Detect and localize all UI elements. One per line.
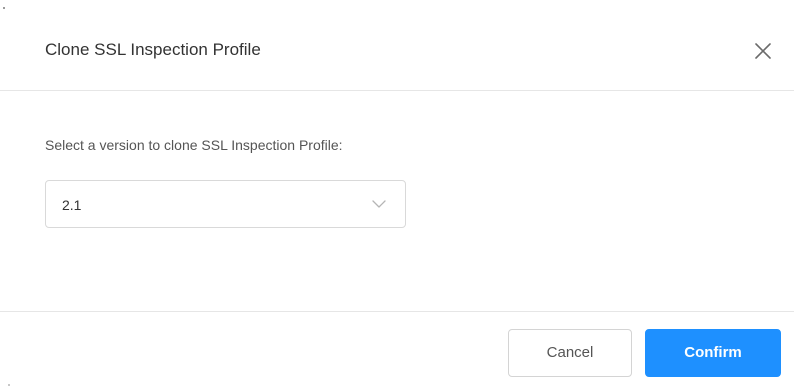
corner-dot-bottom [8,384,10,386]
confirm-button[interactable]: Confirm [645,329,781,377]
dialog-title: Clone SSL Inspection Profile [45,40,261,59]
cancel-button[interactable]: Cancel [508,329,632,377]
close-icon[interactable] [752,40,774,62]
footer-divider [0,311,794,312]
version-prompt-label: Select a version to clone SSL Inspection… [45,137,343,153]
version-select[interactable]: 2.1 [45,180,406,228]
chevron-down-icon [371,198,387,210]
dialog-header: Clone SSL Inspection Profile [0,0,794,91]
version-select-value: 2.1 [62,197,82,213]
clone-profile-dialog: Clone SSL Inspection Profile Select a ve… [0,0,794,391]
